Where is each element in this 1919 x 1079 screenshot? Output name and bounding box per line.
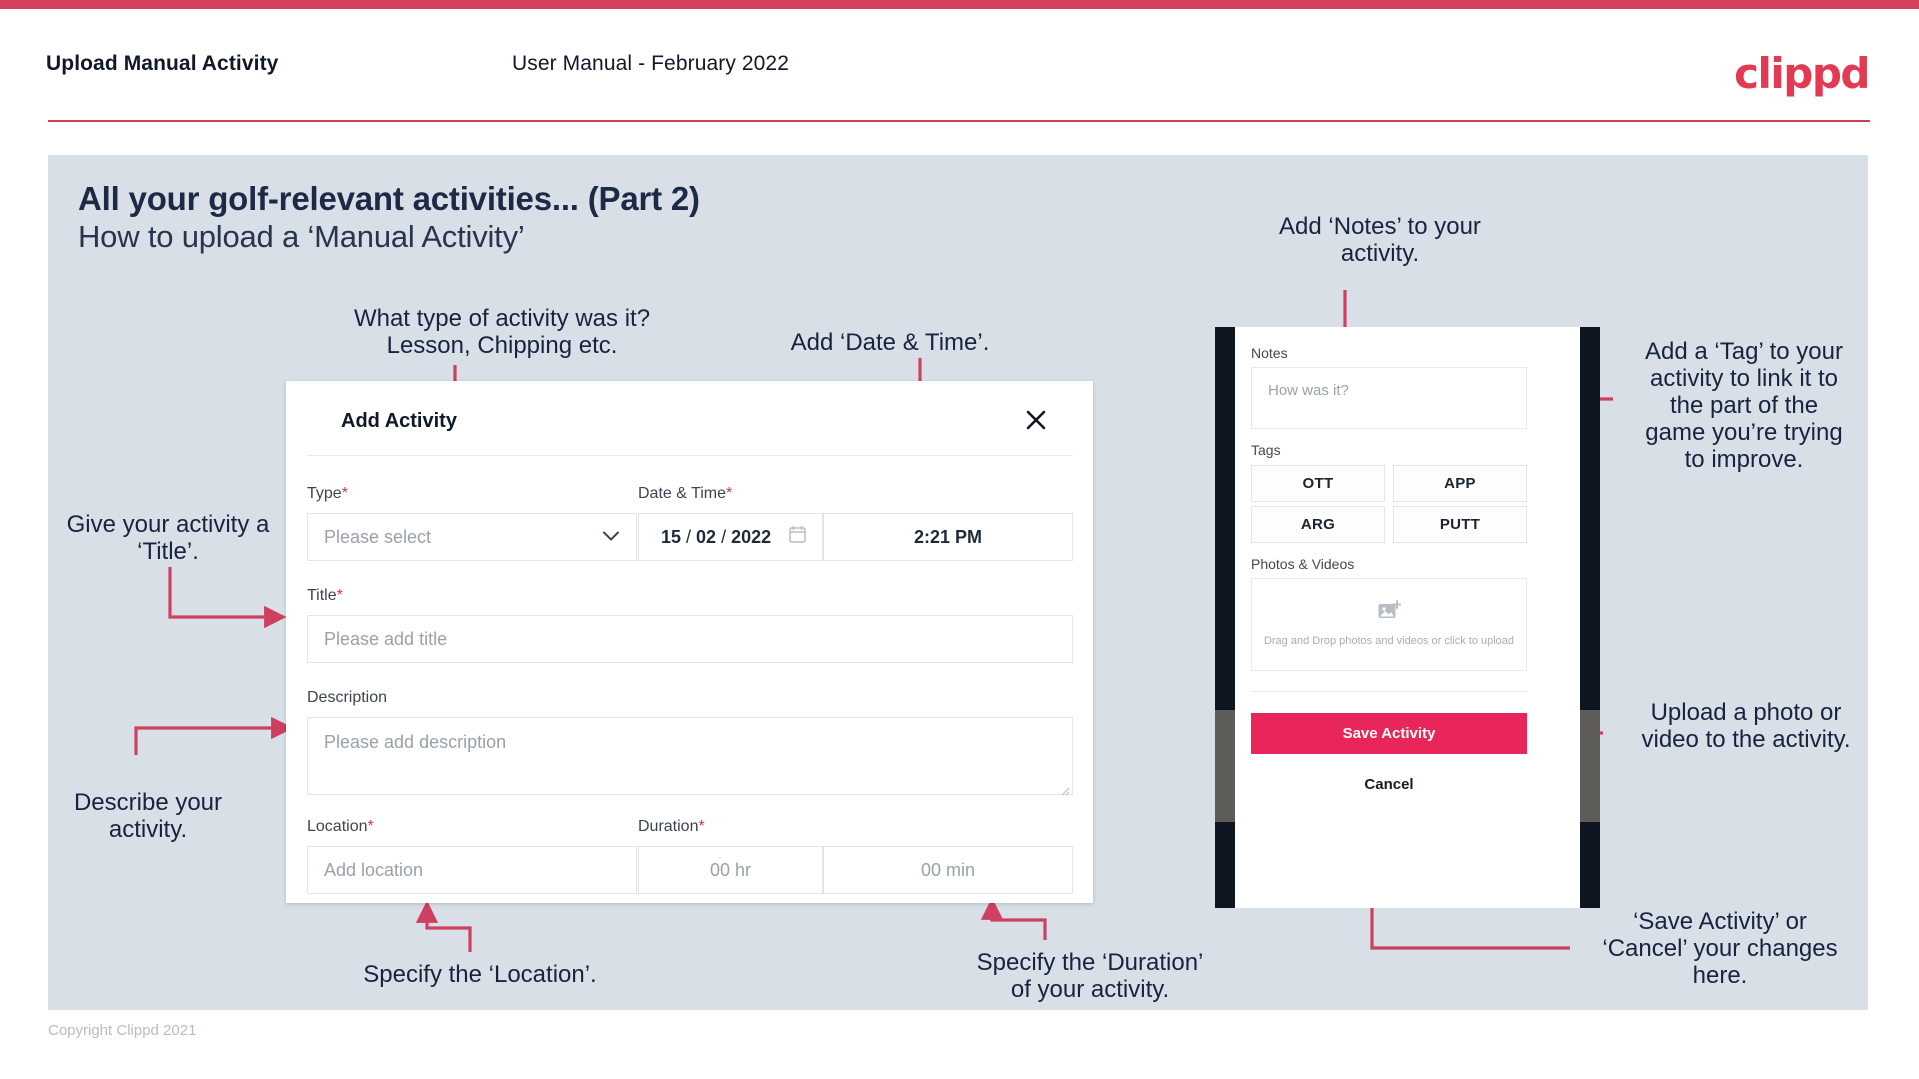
clippd-logo: clippd — [1734, 49, 1870, 98]
duration-hours-input[interactable]: 00 hr — [638, 846, 823, 894]
annotation-datetime: Add ‘Date & Time’. — [790, 329, 990, 356]
save-activity-button[interactable]: Save Activity — [1251, 713, 1527, 754]
phone-mockup: Notes How was it? Tags OTT APP ARG PUTT … — [1215, 327, 1600, 908]
phone-power-button-right — [1580, 710, 1600, 822]
tags-label: Tags — [1251, 442, 1281, 458]
page-subtitle: User Manual - February 2022 — [512, 52, 789, 75]
tag-arg[interactable]: ARG — [1251, 506, 1385, 543]
notes-placeholder: How was it? — [1268, 382, 1349, 399]
type-select[interactable]: Please select — [307, 513, 637, 561]
cancel-button[interactable]: Cancel — [1251, 767, 1527, 801]
location-required: * — [367, 818, 374, 835]
duration-hours-placeholder: 00 hr — [709, 859, 752, 880]
annotation-notes: Add ‘Notes’ to your activity. — [1279, 213, 1481, 267]
annotation-type: What type of activity was it? Lesson, Chi… — [353, 305, 651, 359]
date-day: 15 — [661, 526, 682, 547]
description-textarea[interactable]: Please add description — [307, 717, 1073, 796]
tag-ott[interactable]: OTT — [1251, 465, 1385, 502]
phone-volume-button-left — [1215, 710, 1235, 822]
tag-putt[interactable]: PUTT — [1393, 506, 1527, 543]
description-placeholder: Please add description — [324, 732, 507, 752]
description-label-text: Description — [307, 689, 388, 706]
title-label: Title* — [307, 587, 343, 605]
title-label-text: Title — [307, 587, 337, 604]
datetime-label-text: Date & Time — [638, 485, 727, 502]
dropzone-text: Drag and Drop photos and videos or click… — [1263, 634, 1515, 647]
chevron-down-icon — [602, 527, 620, 548]
add-image-icon — [1377, 599, 1402, 627]
type-label-text: Type — [307, 485, 342, 502]
annotation-duration: Specify the ‘Duration’ of your activity. — [976, 949, 1204, 1003]
description-label: Description — [307, 689, 387, 707]
title-placeholder: Please add title — [324, 628, 448, 649]
annotation-title: Give your activity a ‘Title’. — [66, 511, 270, 565]
title-required: * — [336, 587, 343, 604]
notes-textarea[interactable]: How was it? — [1251, 367, 1527, 429]
date-year: 2022 — [731, 526, 772, 547]
notes-label: Notes — [1251, 345, 1288, 361]
resize-handle-icon[interactable] — [1058, 780, 1070, 796]
photo-dropzone[interactable]: Drag and Drop photos and videos or click… — [1251, 578, 1527, 671]
datetime-label: Date & Time* — [638, 485, 732, 503]
tag-app[interactable]: APP — [1393, 465, 1527, 502]
title-input[interactable]: Please add title — [307, 615, 1073, 663]
dialog-title: Add Activity — [341, 410, 457, 432]
location-label-text: Location — [307, 818, 368, 835]
time-value: 2:21 PM — [913, 526, 983, 547]
duration-label: Duration* — [638, 818, 705, 836]
annotation-upload: Upload a photo or video to the activity. — [1641, 699, 1851, 753]
type-placeholder: Please select — [324, 526, 432, 547]
annotation-tag: Add a ‘Tag’ to your activity to link it t… — [1645, 338, 1843, 473]
header-divider — [48, 120, 1870, 122]
type-required: * — [341, 485, 348, 502]
duration-required: * — [698, 818, 705, 835]
type-label: Type* — [307, 485, 348, 503]
close-icon[interactable] — [1019, 403, 1053, 437]
location-label: Location* — [307, 818, 374, 836]
location-placeholder: Add location — [324, 859, 424, 880]
photos-label: Photos & Videos — [1251, 556, 1355, 572]
time-input[interactable]: 2:21 PM — [823, 513, 1073, 561]
dialog-divider — [307, 455, 1073, 456]
duration-minutes-input[interactable]: 00 min — [823, 846, 1073, 894]
date-input[interactable]: 15 / 02 / 2022 — [638, 513, 823, 561]
annotation-description: Describe your activity. — [73, 789, 223, 843]
calendar-icon[interactable] — [789, 525, 806, 549]
footer-copyright: Copyright Clippd 2021 — [48, 1022, 197, 1039]
phone-screen: Notes How was it? Tags OTT APP ARG PUTT … — [1235, 327, 1580, 908]
top-accent-bar — [0, 0, 1919, 9]
page-header: Upload Manual Activity User Manual - Feb… — [0, 9, 1919, 117]
location-input[interactable]: Add location — [307, 846, 637, 894]
date-sep-1: / — [686, 526, 692, 547]
datetime-required: * — [726, 485, 733, 502]
date-sep-2: / — [721, 526, 727, 547]
date-month: 02 — [696, 526, 717, 547]
phone-divider — [1251, 691, 1527, 692]
add-activity-dialog: Add Activity Type* Please select Date & … — [286, 381, 1093, 903]
duration-label-text: Duration — [638, 818, 699, 835]
page-title: Upload Manual Activity — [46, 52, 279, 75]
annotation-save: ‘Save Activity’ or ‘Cancel’ your changes h… — [1602, 908, 1838, 989]
slide-subtitle: How to upload a ‘Manual Activity’ — [78, 219, 525, 254]
slide-title: All your golf-relevant activities... (Pa… — [78, 180, 700, 217]
annotation-location: Specify the ‘Location’. — [363, 961, 597, 988]
duration-minutes-placeholder: 00 min — [920, 859, 976, 880]
